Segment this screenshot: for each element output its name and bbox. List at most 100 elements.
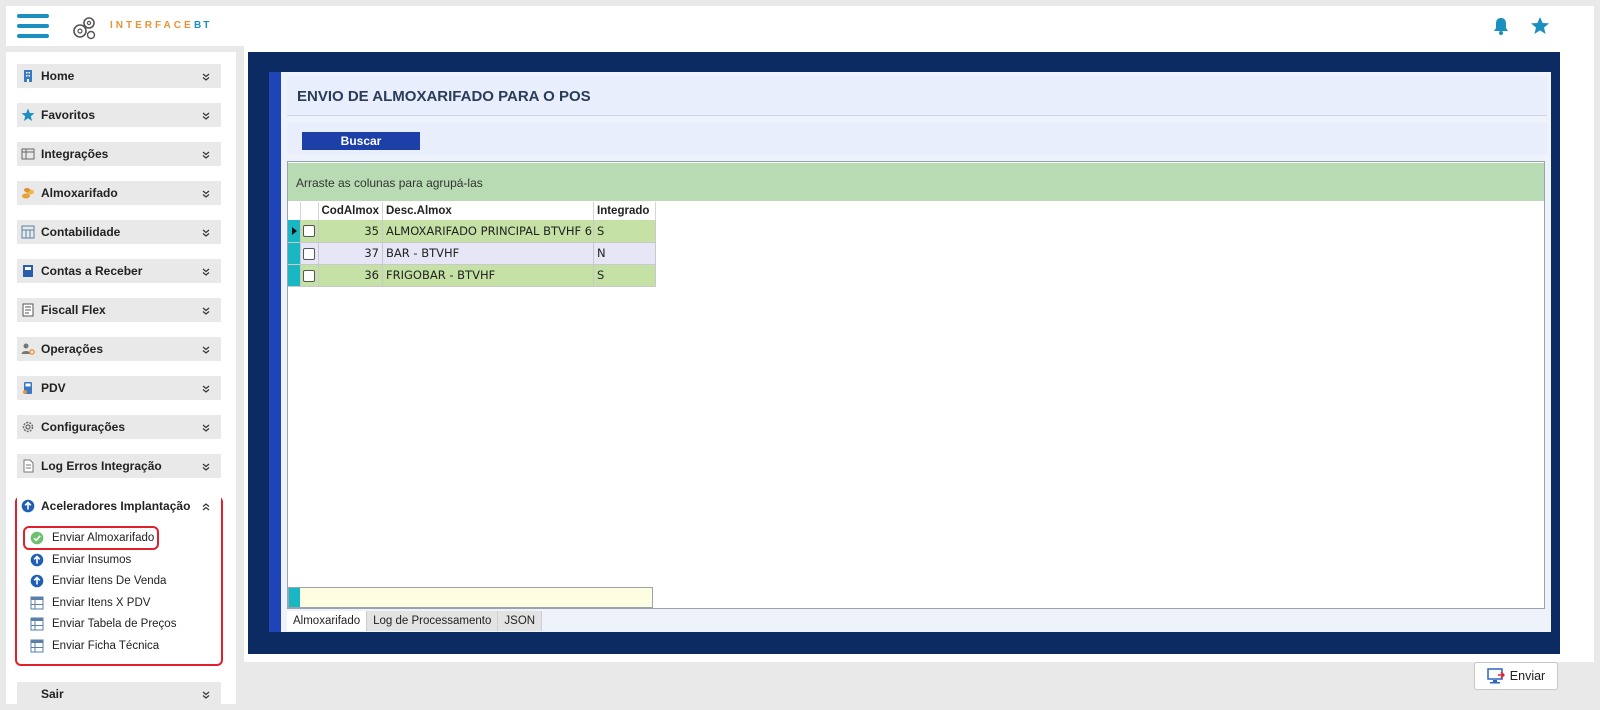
sidebar-item-label: PDV [41,381,66,395]
sidebar: Home Favoritos Integrações Almoxarifado Cont… [6,52,236,704]
sidebar-subitem-enviar-tabela-de-precos[interactable]: Enviar Tabela de Preços [30,615,176,633]
send-button[interactable]: Enviar [1474,662,1558,690]
calc-grid-icon [21,225,35,239]
chevron-down-icon [201,149,211,159]
tab-json[interactable]: JSON [498,611,543,631]
form-left-stripe [269,72,281,632]
arrow-up-circle-icon [21,499,35,513]
chevron-down-icon [201,110,211,120]
almox-table: CodAlmox Desc.Almox Integrado 35 ALMOXARI… [288,202,656,287]
sidebar-item-contas-a-receber[interactable]: Contas a Receber [17,259,221,283]
cell-descalmox[interactable]: BAR - BTVHF [382,242,594,265]
sidebar-item-operacoes[interactable]: Operações [17,337,221,361]
row-select-cell[interactable] [300,220,319,243]
sidebar-subitem-enviar-ficha-tecnica[interactable]: Enviar Ficha Técnica [30,637,159,655]
select-header[interactable] [300,202,319,220]
sidebar-item-aceleradores-implantacao[interactable]: Aceleradores Implantação [17,494,221,518]
chevron-down-icon [201,383,211,393]
row-checkbox[interactable] [302,225,315,238]
sidebar-subitem-enviar-insumos[interactable]: Enviar Insumos [30,551,131,569]
table-header-row: CodAlmox Desc.Almox Integrado [288,202,656,220]
cell-integrado[interactable]: N [593,242,656,265]
cell-codalmox[interactable]: 36 [318,264,383,287]
cell-codalmox[interactable]: 35 [318,220,383,243]
sidebar-item-label: Contabilidade [41,225,121,239]
chevron-down-icon [201,305,211,315]
grid-footer-row [288,587,653,608]
document-calc-icon [21,303,35,317]
table-row[interactable]: 35 ALMOXARIFADO PRINCIPAL BTVHF 6S [288,220,656,243]
cell-descalmox[interactable]: FRIGOBAR - BTVHF [382,264,594,287]
star-icon[interactable] [1530,16,1550,36]
table-row[interactable]: 36 FRIGOBAR - BTVHF S [288,264,656,287]
hamburger-menu-icon[interactable] [17,12,49,40]
sidebar-item-favoritos[interactable]: Favoritos [17,103,221,127]
sidebar-subitem-enviar-itens-de-venda[interactable]: Enviar Itens De Venda [30,572,166,590]
cell-integrado[interactable]: S [593,264,656,287]
grid-icon [30,639,44,653]
row-select-cell[interactable] [300,264,319,287]
sidebar-item-integracoes[interactable]: Integrações [17,142,221,166]
row-indicator[interactable] [288,242,301,265]
log-document-icon [21,459,35,473]
sidebar-item-sair[interactable]: Sair [17,682,221,704]
row-checkbox[interactable] [302,269,315,282]
sidebar-item-almoxarifado[interactable]: Almoxarifado [17,181,221,205]
sidebar-subitem-label: Enviar Almoxarifado [52,532,155,544]
sidebar-item-label: Log Erros Integração [41,459,162,473]
sidebar-subitem-enviar-almoxarifado[interactable]: Enviar Almoxarifado [30,529,154,547]
row-checkbox[interactable] [302,247,315,260]
bell-icon[interactable] [1491,16,1511,36]
sidebar-item-log-erros-integracao[interactable]: Log Erros Integração [17,454,221,478]
footer-indicator [289,588,300,607]
cell-descalmox[interactable]: ALMOXARIFADO PRINCIPAL BTVHF 6 [382,220,594,243]
tab-log-de-processamento[interactable]: Log de Processamento [367,611,499,631]
sidebar-subitem-enviar-itens-x-pdv[interactable]: Enviar Itens X PDV [30,594,150,612]
tab-almoxarifado[interactable]: Almoxarifado [287,611,368,631]
check-circle-icon [30,531,44,545]
sidebar-item-label: Fiscall Flex [41,303,106,317]
bottom-tabs: Almoxarifado Log de Processamento JSON [287,611,543,631]
sidebar-item-label: Integrações [41,147,109,161]
sidebar-item-fiscall-flex[interactable]: Fiscall Flex [17,298,221,322]
logo-text: INTERFACE [110,20,194,31]
pos-terminal-icon [21,381,35,395]
sidebar-item-label: Contas a Receber [41,264,143,278]
search-button[interactable]: Buscar [302,132,420,150]
arrow-up-circle-icon [30,574,44,588]
sidebar-item-label: Operações [41,342,104,356]
column-header-descalmox[interactable]: Desc.Almox [382,202,594,220]
sidebar-subitem-label: Enviar Insumos [52,554,132,566]
arrow-up-circle-icon [30,553,44,567]
column-header-codalmox[interactable]: CodAlmox [318,202,383,220]
current-row-arrow-icon [292,226,297,235]
cell-codalmox[interactable]: 37 [318,242,383,265]
indicator-header [288,202,301,220]
row-indicator[interactable] [288,264,301,287]
table-row[interactable]: 37 BAR - BTVHF N [288,242,656,265]
sidebar-subitem-label: Enviar Itens X PDV [52,597,151,609]
cell-integrado[interactable]: S [593,220,656,243]
sidebar-item-pdv[interactable]: PDV [17,376,221,400]
building-icon [21,69,35,83]
row-select-cell[interactable] [300,242,319,265]
sidebar-item-label: Configurações [41,420,126,434]
row-indicator[interactable] [288,220,301,243]
column-header-integrado[interactable]: Integrado [593,202,656,220]
sidebar-item-contabilidade[interactable]: Contabilidade [17,220,221,244]
table-icon [21,147,35,161]
sidebar-item-configuracoes[interactable]: Configurações [17,415,221,439]
toolbar-band [287,122,1547,154]
exit-icon [21,687,35,701]
monitor-send-icon [1487,668,1505,684]
grid-icon [30,617,44,631]
gears-logo-icon [73,17,96,40]
sidebar-item-label: Sair [41,687,64,701]
user-gear-icon [21,342,35,356]
chevron-down-icon [201,188,211,198]
coins-icon [21,186,35,200]
chevron-down-icon [201,227,211,237]
gear-icon [21,420,35,434]
sidebar-item-home[interactable]: Home [17,64,221,88]
logo-suffix: BT [194,20,212,31]
